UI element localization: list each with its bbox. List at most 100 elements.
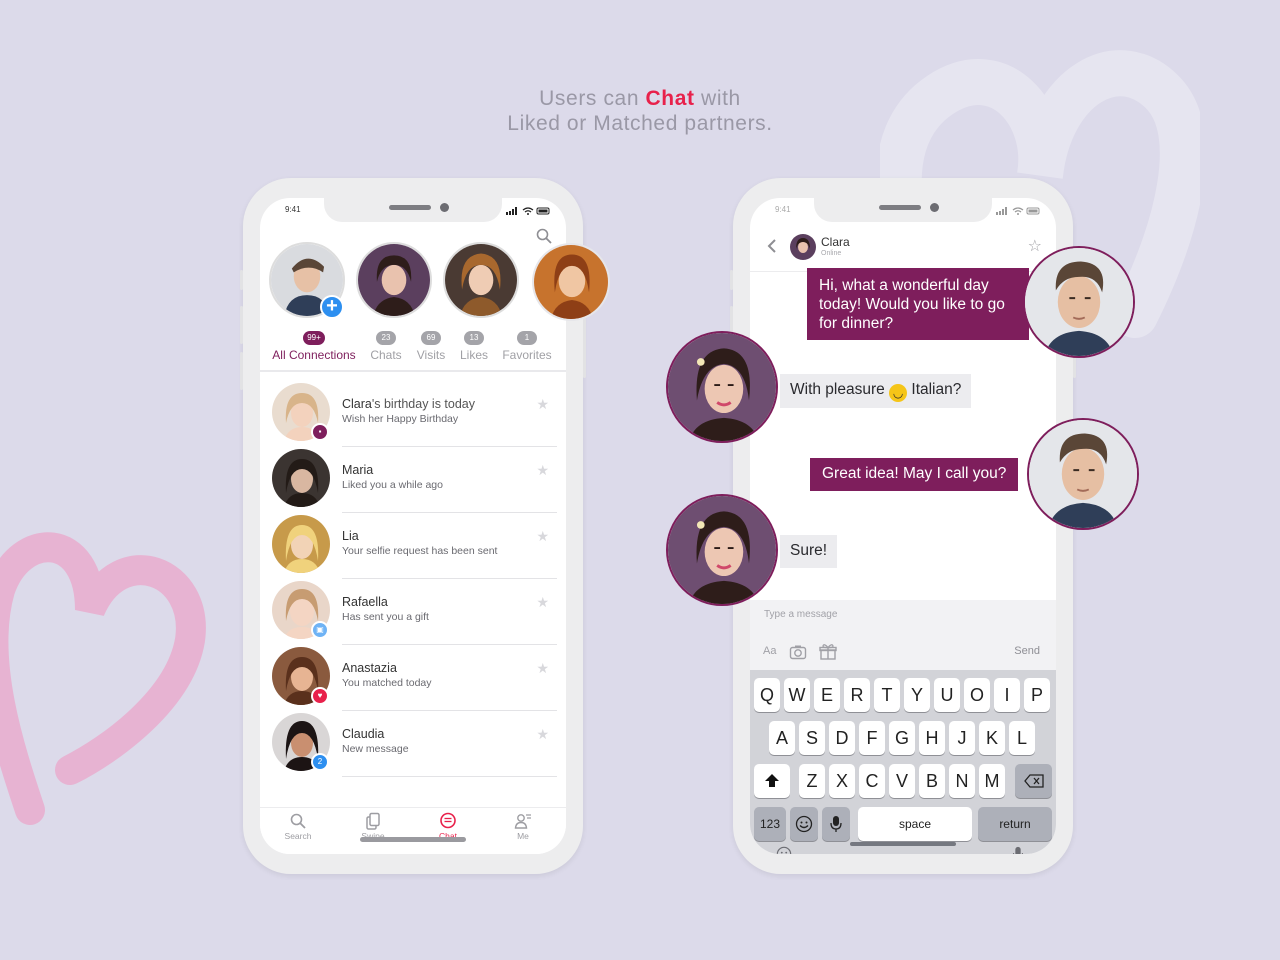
key-m[interactable]: M — [979, 764, 1005, 798]
key-y[interactable]: Y — [904, 678, 930, 712]
status-time: 9:41 — [775, 205, 791, 214]
conversation-preview: Has sent you a gift — [342, 611, 429, 623]
profile-icon — [514, 814, 531, 829]
story-avatar[interactable] — [356, 242, 432, 318]
filter-chats[interactable]: 23 Chats — [366, 327, 406, 362]
key-x[interactable]: X — [829, 764, 855, 798]
gift-icon[interactable] — [819, 643, 837, 661]
key-e[interactable]: E — [814, 678, 840, 712]
shift-key-icon[interactable] — [754, 764, 790, 798]
avatar — [666, 331, 778, 443]
keyboard: Q W E R T Y U O I P A S D F G H J K L Z X C V B N M 123 space return — [750, 670, 1056, 854]
key-r[interactable]: R — [844, 678, 870, 712]
key-l[interactable]: L — [1009, 721, 1035, 755]
add-story-button[interactable]: + — [320, 295, 344, 319]
key-d[interactable]: D — [829, 721, 855, 755]
conversation-name: Claudia — [342, 727, 385, 741]
avatar[interactable] — [790, 234, 816, 260]
key-w[interactable]: W — [784, 678, 810, 712]
headline-accent: Chat — [645, 87, 695, 110]
contact-name: Clara — [821, 235, 850, 249]
gift-icon: ▣ — [311, 621, 329, 639]
filter-label: Chats — [370, 348, 402, 362]
avatar — [1023, 246, 1135, 358]
key-s[interactable]: S — [799, 721, 825, 755]
conversation-name: Clara's birthday is today — [342, 397, 476, 411]
tab-me[interactable]: Me — [493, 812, 553, 841]
key-o[interactable]: O — [964, 678, 990, 712]
emoji-key-icon[interactable] — [790, 807, 818, 841]
text-format-button[interactable]: Aa — [763, 645, 781, 663]
key-v[interactable]: V — [889, 764, 915, 798]
star-icon[interactable]: ★ — [536, 528, 549, 545]
composer: Type a message Aa Send — [750, 600, 1056, 670]
divider — [342, 775, 557, 777]
numbers-key[interactable]: 123 — [754, 807, 786, 841]
message-input[interactable]: Type a message — [764, 609, 837, 620]
key-h[interactable]: H — [919, 721, 945, 755]
filter-visits[interactable]: 69 Visits — [411, 327, 451, 362]
conversation-preview: Your selfie request has been sent — [342, 545, 498, 557]
count-badge: 13 — [464, 331, 484, 345]
conversation-preview: New message — [342, 743, 409, 755]
back-arrow-icon[interactable] — [766, 238, 778, 254]
list-item[interactable]: ♥ Anastazia You matched today ★ — [271, 645, 557, 711]
backspace-key-icon[interactable] — [1015, 764, 1052, 798]
filter-label: Likes — [459, 348, 488, 362]
key-n[interactable]: N — [949, 764, 975, 798]
list-item[interactable]: Lia Your selfie request has been sent ★ — [271, 513, 557, 579]
list-item[interactable]: 2 Claudia New message ★ — [271, 711, 557, 777]
search-icon[interactable] — [536, 228, 552, 244]
emoji-icon[interactable] — [776, 846, 792, 854]
chat-header: Clara Online ☆ — [750, 228, 1056, 272]
filter-label: Favorites — [502, 348, 552, 362]
tab-search[interactable]: Search — [268, 812, 328, 841]
key-a[interactable]: A — [769, 721, 795, 755]
key-p[interactable]: P — [1024, 678, 1050, 712]
list-item[interactable]: ▪ Clara's birthday is today Wish her Hap… — [271, 381, 557, 447]
count-badge: 69 — [421, 331, 441, 345]
key-q[interactable]: Q — [754, 678, 780, 712]
story-avatar[interactable] — [443, 242, 519, 318]
key-j[interactable]: J — [949, 721, 975, 755]
camera-icon[interactable] — [789, 643, 807, 661]
key-k[interactable]: K — [979, 721, 1005, 755]
microphone-key-icon[interactable] — [822, 807, 850, 841]
filter-likes[interactable]: 13 Likes — [454, 327, 494, 362]
background-heart-shape — [0, 532, 206, 825]
count-badge: 1 — [517, 331, 537, 345]
message-bubble-sent: Great idea! May I call you? — [810, 458, 1019, 491]
return-key[interactable]: return — [978, 807, 1052, 841]
star-icon[interactable]: ★ — [536, 462, 549, 479]
list-item[interactable]: ▣ Rafaella Has sent you a gift ★ — [271, 579, 557, 645]
key-u[interactable]: U — [934, 678, 960, 712]
space-key[interactable]: space — [858, 807, 972, 841]
star-icon[interactable]: ★ — [536, 396, 549, 413]
filter-label: All Connections — [272, 348, 356, 362]
tab-label: Search — [284, 831, 312, 841]
filter-all-connections[interactable]: 99+ All Connections — [270, 327, 358, 362]
story-avatar[interactable] — [532, 243, 610, 321]
key-z[interactable]: Z — [799, 764, 825, 798]
headline-text: with — [694, 87, 741, 110]
message-bubble-sent: Hi, what a wonderful day today! Would yo… — [807, 268, 1029, 340]
key-c[interactable]: C — [859, 764, 885, 798]
avatar — [1027, 418, 1139, 530]
contact-status: Online — [821, 250, 842, 257]
key-g[interactable]: G — [889, 721, 915, 755]
microphone-icon[interactable] — [1012, 846, 1024, 854]
list-item[interactable]: Maria Liked you a while ago ★ — [271, 447, 557, 513]
star-icon[interactable]: ☆ — [1028, 236, 1042, 256]
key-i[interactable]: I — [994, 678, 1020, 712]
chat-icon — [440, 812, 456, 829]
key-t[interactable]: T — [874, 678, 900, 712]
star-icon[interactable]: ★ — [536, 726, 549, 743]
star-icon[interactable]: ★ — [536, 594, 549, 611]
filter-favorites[interactable]: 1 Favorites — [500, 327, 554, 362]
star-icon[interactable]: ★ — [536, 660, 549, 677]
hearts-icon: ♥ — [311, 687, 329, 705]
smile-emoji-icon: ◡ — [889, 384, 908, 402]
key-f[interactable]: F — [859, 721, 885, 755]
key-b[interactable]: B — [919, 764, 945, 798]
send-button[interactable]: Send — [1014, 645, 1040, 657]
